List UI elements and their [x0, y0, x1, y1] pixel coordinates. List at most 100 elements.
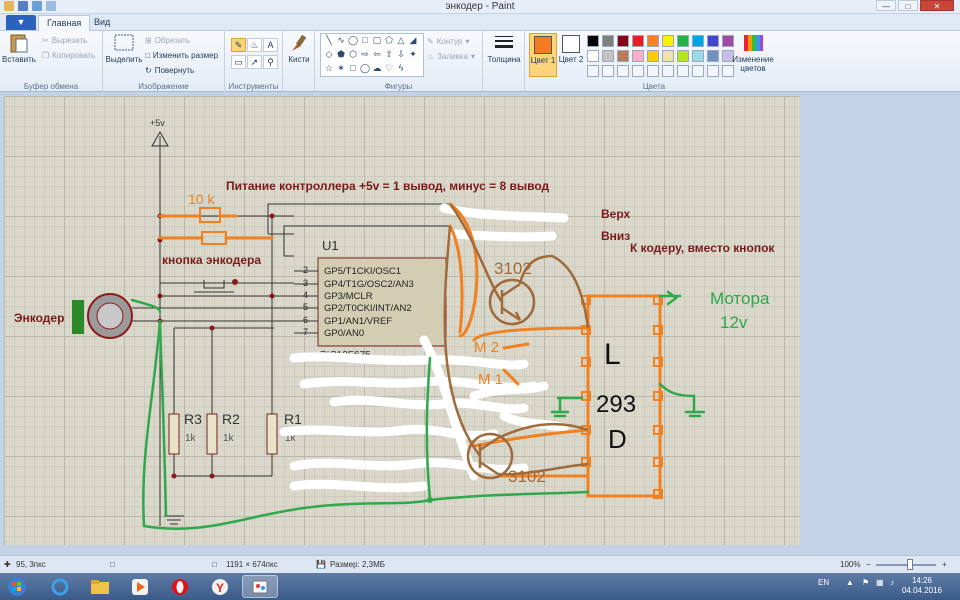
- palette-color-swatch[interactable]: [617, 50, 629, 62]
- start-button[interactable]: [2, 575, 32, 598]
- image-group: Выделить ⊞ Обрезать □ Изменить размер ↻ Пов…: [103, 31, 225, 92]
- color2-button[interactable]: Цвет 2: [557, 33, 585, 77]
- cut-button[interactable]: ✂ Вырезать: [42, 36, 87, 45]
- pencil-icon[interactable]: ✎: [231, 38, 246, 52]
- palette-color-swatch[interactable]: [647, 50, 659, 62]
- r3-label: R3: [184, 411, 202, 427]
- drawing-canvas[interactable]: +5v R3 1k R2 1k R1 1k U1 PIC12F675 GP5/T…: [4, 96, 800, 545]
- color-picker-icon[interactable]: ➚: [247, 55, 262, 69]
- resize-icon: □: [145, 51, 150, 60]
- volume-icon[interactable]: ♪: [890, 578, 894, 587]
- callout-rect-shape-icon[interactable]: □: [347, 63, 359, 74]
- palette-color-swatch[interactable]: [602, 50, 614, 62]
- ribbon-tabs: ▼ Главная Вид: [0, 14, 960, 31]
- down-arrow-shape-icon[interactable]: ⇩: [395, 49, 407, 60]
- hexagon-shape-icon[interactable]: ⬡: [347, 49, 359, 60]
- palette-color-swatch[interactable]: [632, 50, 644, 62]
- up-arrow-shape-icon[interactable]: ⇧: [383, 49, 395, 60]
- palette-custom-slot[interactable]: [707, 65, 719, 77]
- pentagon-shape-icon[interactable]: ⬟: [335, 49, 347, 60]
- palette-color-swatch[interactable]: [707, 35, 719, 47]
- callout-oval-shape-icon[interactable]: ◯: [359, 63, 371, 74]
- cloud-callout-shape-icon[interactable]: ☁: [371, 63, 383, 74]
- zoom-slider[interactable]: [876, 564, 936, 566]
- rotate-button[interactable]: ↻ Повернуть: [145, 66, 194, 75]
- palette-custom-slot[interactable]: [602, 65, 614, 77]
- right-arrow-shape-icon[interactable]: ⇨: [359, 49, 371, 60]
- size-button[interactable]: Толщина: [486, 33, 522, 64]
- palette-custom-slot[interactable]: [617, 65, 629, 77]
- diamond-shape-icon[interactable]: ◇: [323, 49, 335, 60]
- palette-color-swatch[interactable]: [587, 35, 599, 47]
- palette-custom-slot[interactable]: [692, 65, 704, 77]
- taskbar-paint[interactable]: [242, 575, 278, 598]
- taskbar-internet-explorer[interactable]: [42, 575, 78, 598]
- taskbar-opera[interactable]: [162, 575, 198, 598]
- taskbar-media-player[interactable]: [122, 575, 158, 598]
- polygon-shape-icon[interactable]: ⬠: [383, 35, 395, 46]
- star5-shape-icon[interactable]: ☆: [323, 63, 335, 74]
- palette-custom-slot[interactable]: [647, 65, 659, 77]
- text-icon[interactable]: A: [263, 38, 278, 52]
- clock[interactable]: 14:26 04.04.2016: [902, 576, 942, 596]
- palette-color-swatch[interactable]: [632, 35, 644, 47]
- palette-custom-slot[interactable]: [677, 65, 689, 77]
- palette-color-swatch[interactable]: [647, 35, 659, 47]
- heart-shape-icon[interactable]: ♡: [383, 63, 395, 74]
- palette-color-swatch[interactable]: [692, 50, 704, 62]
- window-controls: — □ ✕: [876, 0, 954, 11]
- right-triangle-shape-icon[interactable]: ◢: [407, 35, 419, 46]
- file-size-icon: 💾: [316, 560, 326, 569]
- palette-color-swatch[interactable]: [677, 50, 689, 62]
- network-icon[interactable]: ▦: [876, 578, 884, 587]
- flag-icon[interactable]: ⚑: [862, 578, 869, 587]
- palette-color-swatch[interactable]: [662, 35, 674, 47]
- brushes-button[interactable]: Кисти: [285, 33, 313, 64]
- taskbar-yandex[interactable]: Y: [202, 575, 238, 598]
- show-hidden-icons[interactable]: ▲: [846, 578, 854, 587]
- copy-button[interactable]: ❐ Копировать: [42, 51, 95, 60]
- palette-color-swatch[interactable]: [602, 35, 614, 47]
- select-button[interactable]: Выделить: [105, 33, 143, 64]
- tab-view[interactable]: Вид: [86, 15, 118, 31]
- lightning-shape-icon[interactable]: ϟ: [395, 63, 407, 74]
- taskbar-explorer[interactable]: [82, 575, 118, 598]
- star6-shape-icon[interactable]: ✶: [335, 63, 347, 74]
- zoom-in-button[interactable]: +: [942, 560, 947, 569]
- maximize-button[interactable]: □: [898, 0, 918, 11]
- resize-button[interactable]: □ Изменить размер: [145, 51, 218, 60]
- paste-button[interactable]: Вставить: [2, 33, 36, 64]
- language-indicator[interactable]: EN: [818, 578, 829, 587]
- rectangle-shape-icon[interactable]: □: [359, 35, 371, 46]
- curve-shape-icon[interactable]: ∿: [335, 35, 347, 46]
- eraser-icon[interactable]: ▭: [231, 55, 246, 69]
- star4-shape-icon[interactable]: ✦: [407, 49, 419, 60]
- minimize-button[interactable]: —: [876, 0, 896, 11]
- close-button[interactable]: ✕: [920, 0, 954, 11]
- edit-colors-button[interactable]: Изменение цветов: [727, 33, 779, 73]
- palette-color-swatch[interactable]: [617, 35, 629, 47]
- rounded-rect-shape-icon[interactable]: ▢: [371, 35, 383, 46]
- palette-color-swatch[interactable]: [662, 50, 674, 62]
- zoom-slider-thumb[interactable]: [907, 559, 913, 570]
- line-shape-icon[interactable]: ╲: [323, 35, 335, 46]
- file-menu-button[interactable]: ▼: [6, 15, 36, 30]
- palette-color-swatch[interactable]: [677, 35, 689, 47]
- palette-color-swatch[interactable]: [707, 50, 719, 62]
- fill-dropdown[interactable]: ♨ Заливка ▾: [427, 52, 475, 61]
- palette-color-swatch[interactable]: [587, 50, 599, 62]
- palette-custom-slot[interactable]: [632, 65, 644, 77]
- left-arrow-shape-icon[interactable]: ⇦: [371, 49, 383, 60]
- palette-custom-slot[interactable]: [662, 65, 674, 77]
- magnifier-icon[interactable]: ⚲: [263, 55, 278, 69]
- fill-bucket-icon[interactable]: ♨: [247, 38, 262, 52]
- crop-button[interactable]: ⊞ Обрезать: [145, 36, 190, 45]
- palette-custom-slot[interactable]: [587, 65, 599, 77]
- triangle-shape-icon[interactable]: △: [395, 35, 407, 46]
- outline-dropdown[interactable]: ✎ Контур ▾: [427, 37, 469, 46]
- color1-button[interactable]: Цвет 1: [529, 33, 557, 77]
- palette-color-swatch[interactable]: [692, 35, 704, 47]
- tab-home[interactable]: Главная: [38, 15, 91, 31]
- oval-shape-icon[interactable]: ◯: [347, 35, 359, 46]
- zoom-out-button[interactable]: −: [866, 560, 871, 569]
